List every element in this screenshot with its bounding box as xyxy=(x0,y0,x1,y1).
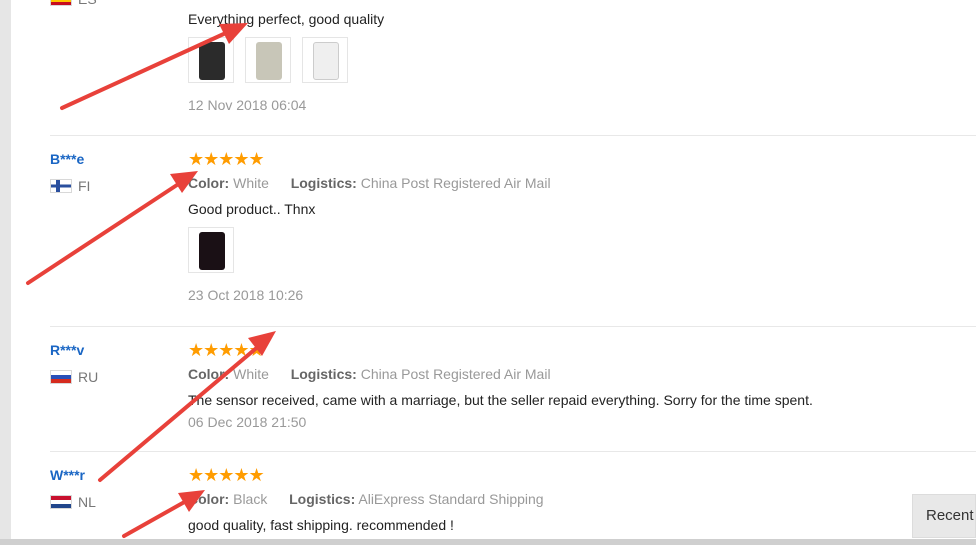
country: FI xyxy=(50,178,180,194)
country-code: FI xyxy=(78,178,91,194)
flag-nl-icon xyxy=(50,495,72,509)
logistics-label: Logistics: xyxy=(290,366,357,382)
reviewer-name[interactable]: W***r xyxy=(50,467,180,483)
review-photo[interactable] xyxy=(302,37,348,83)
country-code: RU xyxy=(78,369,99,385)
country-code: ES xyxy=(78,0,97,7)
review-item: ES Everything perfect, good quality 12 N… xyxy=(50,0,976,136)
review-photo[interactable] xyxy=(188,37,234,83)
left-rail xyxy=(0,0,11,545)
review-comment: The sensor received, came with a marriag… xyxy=(188,392,813,408)
flag-fi-icon xyxy=(50,179,72,193)
color-value: White xyxy=(233,366,269,382)
photo-image xyxy=(313,42,339,80)
flag-es-icon xyxy=(50,0,72,6)
logistics-label: Logistics: xyxy=(289,491,356,507)
reviewer-info: R***v RU xyxy=(50,342,180,385)
review-photo[interactable] xyxy=(245,37,291,83)
review-date: 12 Nov 2018 06:04 xyxy=(188,97,307,113)
review-item: W***r NL ★★★★★ Color: Black Logistics: A… xyxy=(50,452,976,545)
recent-sort-tab[interactable]: Recent xyxy=(912,494,976,538)
photo-list xyxy=(188,37,976,83)
review-content: ★★★★★ Color: Black Logistics: AliExpress… xyxy=(188,465,976,533)
horizontal-scrollbar[interactable] xyxy=(0,539,976,545)
photo-list xyxy=(188,227,976,273)
color-label: Color: xyxy=(188,175,230,191)
color-value: White xyxy=(233,175,269,191)
reviewer-info: ES xyxy=(50,0,180,7)
review-comment: Good product.. Thnx xyxy=(188,201,316,217)
country: NL xyxy=(50,494,180,510)
country-code: NL xyxy=(78,494,96,510)
review-photo[interactable] xyxy=(188,227,234,273)
review-meta: Color: White Logistics: China Post Regis… xyxy=(188,175,976,191)
logistics-value: China Post Registered Air Mail xyxy=(360,175,551,191)
review-content: Everything perfect, good quality 12 Nov … xyxy=(188,11,976,113)
country: RU xyxy=(50,369,180,385)
reviewer-info: B***e FI xyxy=(50,151,180,194)
logistics-value: AliExpress Standard Shipping xyxy=(358,491,544,507)
star-rating: ★★★★★ xyxy=(188,465,265,485)
country: ES xyxy=(50,0,180,7)
review-item: R***v RU ★★★★★ Color: White Logistics: C… xyxy=(50,327,976,452)
review-item: B***e FI ★★★★★ Color: White Logistics: C… xyxy=(50,136,976,327)
star-rating: ★★★★★ xyxy=(188,149,265,169)
photo-image xyxy=(199,42,225,80)
color-label: Color: xyxy=(188,491,230,507)
color-label: Color: xyxy=(188,366,230,382)
review-content: ★★★★★ Color: White Logistics: China Post… xyxy=(188,340,976,430)
reviewer-name[interactable]: B***e xyxy=(50,151,180,167)
photo-image xyxy=(199,232,225,270)
reviewer-info: W***r NL xyxy=(50,467,180,510)
review-meta: Color: White Logistics: China Post Regis… xyxy=(188,366,976,382)
reviewer-name[interactable]: R***v xyxy=(50,342,180,358)
logistics-value: China Post Registered Air Mail xyxy=(360,366,551,382)
flag-ru-icon xyxy=(50,370,72,384)
star-rating: ★★★★★ xyxy=(188,340,265,360)
review-meta: Color: Black Logistics: AliExpress Stand… xyxy=(188,491,976,507)
review-content: ★★★★★ Color: White Logistics: China Post… xyxy=(188,149,976,303)
review-comment: good quality, fast shipping. recommended… xyxy=(188,517,454,533)
review-date: 23 Oct 2018 10:26 xyxy=(188,287,304,303)
color-value: Black xyxy=(233,491,268,507)
photo-image xyxy=(256,42,282,80)
review-comment: Everything perfect, good quality xyxy=(188,11,385,27)
logistics-label: Logistics: xyxy=(290,175,357,191)
review-date: 06 Dec 2018 21:50 xyxy=(188,414,307,430)
